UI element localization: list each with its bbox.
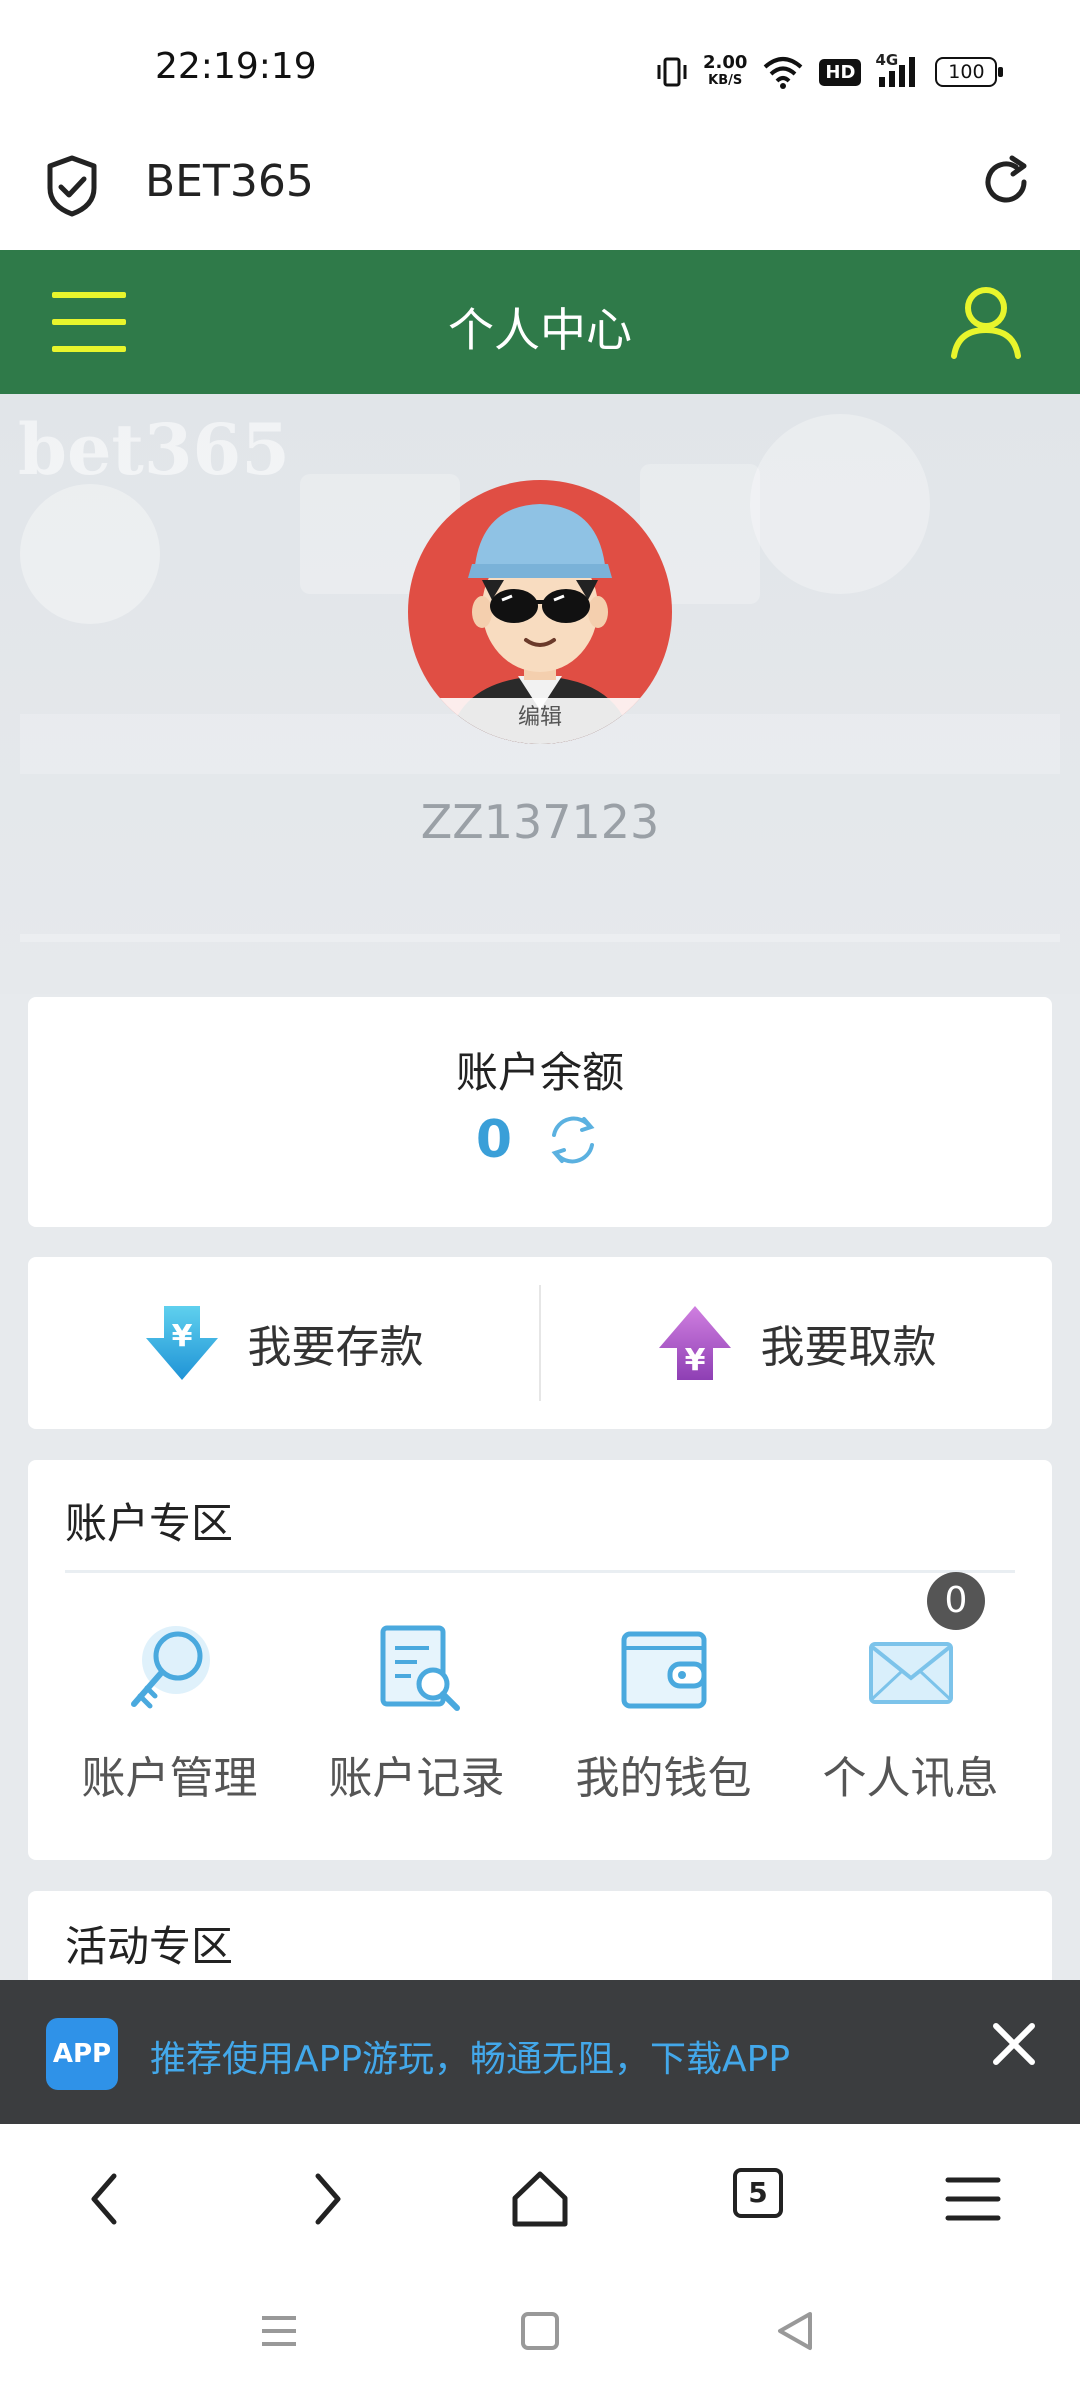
status-bar: 22:19:19 2.00 KB/S HD 4G 100: [0, 0, 1080, 140]
record-search-icon: [380, 1625, 460, 1711]
system-home-icon[interactable]: [515, 2306, 565, 2356]
account-records-item[interactable]: 账户记录: [293, 1620, 540, 1806]
avatar[interactable]: 编辑: [408, 480, 672, 744]
app-promo-text[interactable]: 推荐使用APP游玩，畅通无阻，下载APP: [150, 2030, 790, 2082]
home-icon[interactable]: [505, 2164, 575, 2234]
balance-card: 账户余额 0: [28, 997, 1052, 1227]
signal-bars-icon: [879, 57, 916, 87]
status-icons: 2.00 KB/S HD 4G 100: [655, 50, 1004, 94]
network-speed-unit: KB/S: [708, 73, 743, 88]
balance-row: 0: [28, 1109, 1052, 1171]
vibrate-icon: [657, 57, 687, 87]
reload-icon[interactable]: [976, 152, 1036, 212]
app-icon[interactable]: APP: [46, 2018, 118, 2090]
wifi-icon: [764, 57, 803, 89]
hd-badge: HD: [819, 58, 862, 86]
system-back-icon[interactable]: [770, 2306, 820, 2356]
key-search-icon: [130, 1626, 210, 1709]
app-download-banner[interactable]: APP 推荐使用APP游玩，畅通无阻，下载APP: [0, 1980, 1080, 2124]
network-speed: 2.00 KB/S: [703, 54, 747, 90]
browser-menu-icon[interactable]: [938, 2164, 1008, 2234]
mail-icon: [868, 1642, 953, 1704]
refresh-icon[interactable]: [542, 1109, 604, 1171]
username: ZZ137123: [420, 795, 660, 849]
cell-signal: 4G: [875, 51, 921, 89]
withdraw-icon: ¥: [658, 1306, 731, 1380]
message-count-badge: 0: [927, 1572, 985, 1630]
account-zone-grid: 账户管理 账户记录 我的钱包 0 个人讯息: [28, 1572, 1052, 1806]
svg-text:¥: ¥: [171, 1319, 192, 1354]
system-navigation-bar: [0, 2264, 1080, 2400]
my-wallet-item[interactable]: 我的钱包: [540, 1620, 787, 1806]
zone-divider: [65, 1570, 1015, 1573]
svg-text:¥: ¥: [684, 1343, 705, 1378]
withdraw-label: 我要取款: [760, 1322, 937, 1373]
account-zone-card: 账户专区 账户管理 账户记录 我的钱包 0 个人讯息: [28, 1460, 1052, 1860]
tabs-button[interactable]: 5: [733, 2168, 783, 2218]
site-title[interactable]: BET365: [145, 156, 314, 207]
avatar-edit-label[interactable]: 编辑: [408, 698, 672, 744]
account-management-label: 账户管理: [81, 1753, 258, 1804]
personal-messages-label: 个人讯息: [822, 1753, 999, 1804]
forward-icon[interactable]: [290, 2164, 360, 2234]
personal-messages-item[interactable]: 0 个人讯息: [787, 1572, 1034, 1806]
network-speed-value: 2.00: [703, 52, 748, 73]
wallet-icon: [621, 1631, 706, 1709]
balance-value: 0: [475, 1110, 513, 1170]
deposit-label: 我要存款: [247, 1322, 424, 1373]
status-time: 22:19:19: [155, 46, 317, 87]
browser-bottom-nav: 5: [0, 2124, 1080, 2264]
page-title: 个人中心: [448, 303, 632, 357]
my-wallet-label: 我的钱包: [575, 1753, 752, 1804]
shield-check-icon[interactable]: [44, 154, 100, 218]
page-header: 个人中心: [0, 250, 1080, 394]
recent-apps-icon[interactable]: [254, 2306, 304, 2356]
account-zone-title: 账户专区: [65, 1499, 234, 1548]
browser-url-bar: BET365: [0, 140, 1080, 250]
user-icon[interactable]: [948, 282, 1024, 360]
activity-zone-title: 活动专区: [65, 1922, 234, 1971]
back-icon[interactable]: [72, 2164, 142, 2234]
account-management-item[interactable]: 账户管理: [46, 1620, 293, 1806]
close-icon[interactable]: [986, 2016, 1042, 2072]
battery-indicator: 100: [935, 57, 1004, 87]
balance-label: 账户余额: [455, 1048, 624, 1097]
deposit-button[interactable]: ¥ 我要存款: [28, 1257, 539, 1429]
deposit-icon: ¥: [145, 1306, 218, 1380]
withdraw-button[interactable]: ¥ 我要取款: [541, 1257, 1052, 1429]
deposit-withdraw-card: ¥ 我要存款 ¥ 我要取款: [28, 1257, 1052, 1429]
account-records-label: 账户记录: [328, 1753, 505, 1804]
